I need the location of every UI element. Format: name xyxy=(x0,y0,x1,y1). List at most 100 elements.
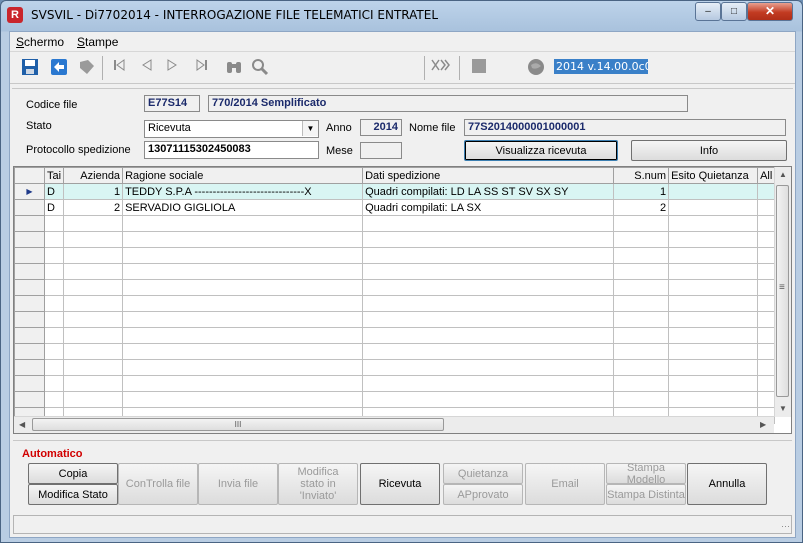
col-dati-spedizione-header[interactable]: Dati spedizione xyxy=(362,167,615,184)
cell-esito-quietanza[interactable] xyxy=(668,183,759,200)
table-row[interactable]: D 2 SERVADIO GIGLIOLA Quadri compilati: LA … xyxy=(14,199,776,216)
horizontal-scroll-thumb[interactable]: III xyxy=(32,418,444,431)
codice-file-field[interactable]: E77S14 xyxy=(144,95,200,112)
nome-file-label: Nome file xyxy=(409,122,456,134)
empty-cell xyxy=(63,231,124,248)
empty-cell xyxy=(122,311,364,328)
cell-snum[interactable]: 1 xyxy=(613,183,670,200)
empty-table-row xyxy=(14,375,776,392)
cell-all[interactable] xyxy=(757,183,776,200)
resize-grip-icon[interactable]: ⋯ xyxy=(781,521,790,532)
col-ragione-sociale-header[interactable]: Ragione sociale xyxy=(122,167,364,184)
annulla-button[interactable]: Annulla xyxy=(687,463,767,505)
empty-cell xyxy=(43,391,65,408)
col-snum-header[interactable]: S.num xyxy=(613,167,670,184)
stato-select[interactable]: Ricevuta ▼ xyxy=(144,120,319,138)
empty-cell xyxy=(122,279,364,296)
current-row-arrow-icon[interactable]: ▶ xyxy=(14,183,45,200)
empty-cell xyxy=(362,359,615,376)
anno-field[interactable]: 2014 xyxy=(360,119,402,136)
empty-cell xyxy=(122,359,364,376)
cell-tipo[interactable]: D xyxy=(43,183,65,200)
toolbar-separator-2 xyxy=(424,56,425,80)
vertical-scroll-thumb[interactable]: ≡ xyxy=(776,185,789,397)
globe-icon xyxy=(526,58,546,78)
modifica-stato-inviato-button[interactable]: Modifica stato in 'Inviato' xyxy=(278,463,358,505)
cell-esito-quietanza[interactable] xyxy=(668,199,759,216)
vscroll-grip: ≡ xyxy=(779,282,785,293)
save-icon[interactable] xyxy=(20,58,40,78)
table-row[interactable]: ▶ D 1 TEDDY S.P.A -------------------------… xyxy=(14,183,776,200)
cell-azienda[interactable]: 1 xyxy=(63,183,124,200)
scroll-up-icon[interactable]: ▲ xyxy=(779,170,787,179)
controlla-file-button[interactable]: ConTrolla file xyxy=(118,463,198,505)
minimize-button[interactable]: – xyxy=(695,2,721,21)
empty-cell xyxy=(122,343,364,360)
back-icon[interactable] xyxy=(49,58,69,78)
horizontal-scrollbar[interactable]: ◀ III ▶ xyxy=(14,416,774,433)
copia-button[interactable]: Copia xyxy=(28,463,118,484)
visualizza-ricevuta-button[interactable]: Visualizza ricevuta xyxy=(464,140,618,161)
scroll-left-icon[interactable]: ◀ xyxy=(19,420,25,429)
empty-cell xyxy=(757,391,776,408)
cut-icon xyxy=(431,58,451,78)
empty-cell xyxy=(757,215,776,232)
empty-cell xyxy=(613,279,670,296)
protocollo-field[interactable]: 13071115302450083 xyxy=(144,141,319,159)
empty-cell xyxy=(63,391,124,408)
invia-file-button[interactable]: Invia file xyxy=(198,463,278,505)
menu-schermo-label: chermo xyxy=(24,35,65,49)
mese-field[interactable] xyxy=(360,142,402,159)
menu-stampe[interactable]: Stampe xyxy=(77,35,118,49)
row-indicator xyxy=(14,279,45,296)
close-button[interactable]: ✕ xyxy=(747,2,793,21)
quietanza-button[interactable]: Quietanza xyxy=(443,463,523,484)
col-esito-quietanza-header[interactable]: Esito Quietanza xyxy=(668,167,759,184)
empty-cell xyxy=(362,215,615,232)
empty-cell xyxy=(613,231,670,248)
descrizione-field[interactable]: 770/2014 Semplificato xyxy=(208,95,688,112)
vertical-scrollbar[interactable]: ▲ ≡ ▼ xyxy=(774,167,791,417)
cell-azienda[interactable]: 2 xyxy=(63,199,124,216)
info-button[interactable]: Info xyxy=(631,140,787,161)
cell-tipo[interactable]: D xyxy=(43,199,65,216)
chevron-down-icon[interactable]: ▼ xyxy=(302,121,318,136)
cell-snum[interactable]: 2 xyxy=(613,199,670,216)
cell-all[interactable] xyxy=(757,199,776,216)
empty-cell xyxy=(668,263,759,280)
col-tipo-header[interactable]: Tai xyxy=(43,167,65,184)
cell-dati-spedizione[interactable]: Quadri compilati: LA SX xyxy=(362,199,615,216)
cell-ragione-sociale[interactable]: SERVADIO GIGLIOLA xyxy=(122,199,364,216)
scroll-right-icon[interactable]: ▶ xyxy=(760,420,766,429)
toolbar-separator xyxy=(102,56,103,80)
col-all-header[interactable]: All xyxy=(757,167,776,184)
title-bar[interactable]: R SVSVIL - Di7702014 - INTERROGAZIONE FI… xyxy=(1,1,802,31)
status-bar: ⋯ xyxy=(13,515,792,534)
empty-cell xyxy=(63,295,124,312)
stampa-modello-button[interactable]: Stampa Modello xyxy=(606,462,686,486)
email-button[interactable]: Email xyxy=(525,463,605,505)
empty-cell xyxy=(757,263,776,280)
maximize-button[interactable]: □ xyxy=(721,2,747,21)
empty-cell xyxy=(63,215,124,232)
empty-cell xyxy=(757,311,776,328)
empty-cell xyxy=(122,263,364,280)
col-azienda-header[interactable]: Azienda xyxy=(63,167,124,184)
cell-ragione-sociale[interactable]: TEDDY S.P.A ----------------------------… xyxy=(122,183,364,200)
stampa-distinta-button[interactable]: Stampa Distinta xyxy=(606,484,686,505)
row-indicator xyxy=(14,327,45,344)
cell-dati-spedizione[interactable]: Quadri compilati: LD LA SS ST SV SX SY xyxy=(362,183,615,200)
nome-file-field[interactable]: 77S2014000001000001 xyxy=(464,119,786,136)
empty-cell xyxy=(362,247,615,264)
menu-schermo[interactable]: Schermo xyxy=(16,35,64,49)
files-grid[interactable]: Tai Azienda Ragione sociale Dati spedizi… xyxy=(13,166,792,434)
approvato-button[interactable]: APprovato xyxy=(443,484,523,505)
empty-cell xyxy=(757,247,776,264)
row-indicator[interactable] xyxy=(14,199,45,216)
empty-table-row xyxy=(14,279,776,296)
scroll-down-icon[interactable]: ▼ xyxy=(779,404,787,413)
modifica-stato-button[interactable]: Modifica Stato xyxy=(28,484,118,505)
codice-file-label: Codice file xyxy=(26,99,78,111)
ricevuta-button[interactable]: Ricevuta xyxy=(360,463,440,505)
row-indicator xyxy=(14,295,45,312)
